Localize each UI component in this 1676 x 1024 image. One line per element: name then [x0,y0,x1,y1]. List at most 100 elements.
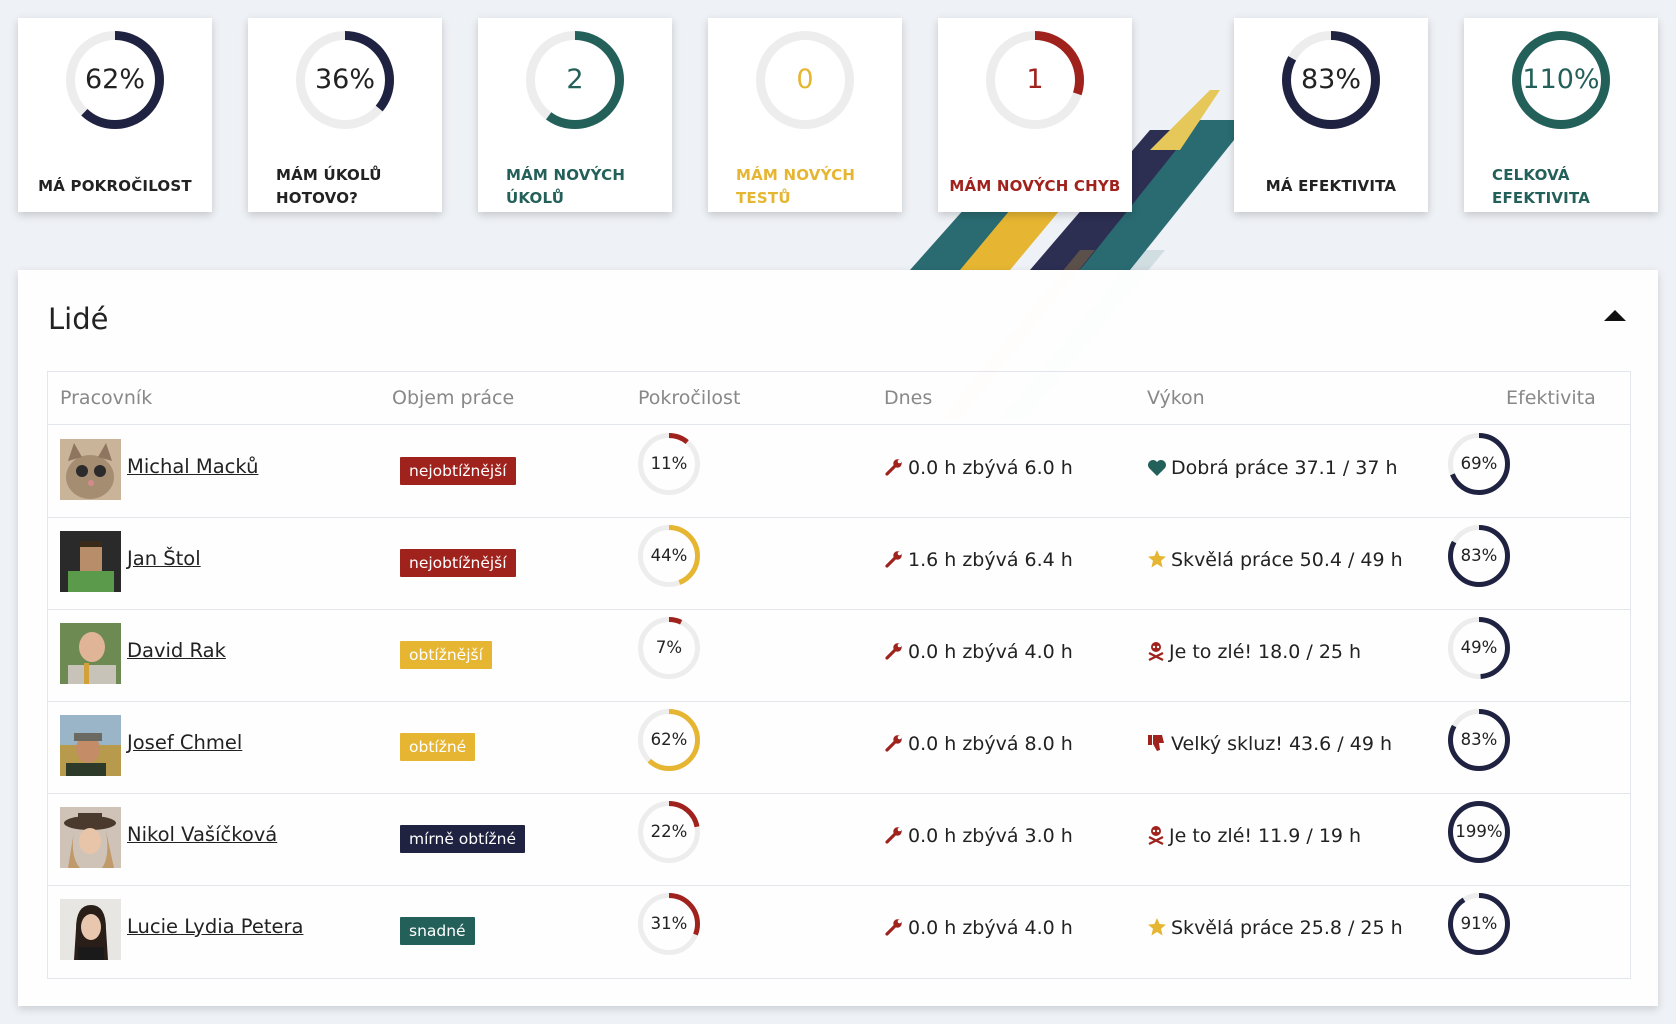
people-panel: Lidé Pracovník Objem práce Pokročilost D… [18,270,1658,1006]
col-header-efficiency[interactable]: Efektivita [1506,372,1596,424]
progress-ring: 1 [986,31,1084,129]
today-text: 0.0 h zbývá 8.0 h [908,733,1073,755]
card-progress: 62% MÁ POKROČILOST [18,18,212,212]
performance-text: Dobrá práce 37.1 / 37 h [1171,457,1398,479]
avatar[interactable] [60,531,121,592]
worker-name-link[interactable]: David Rak [127,639,226,662]
table-row: Jan Štol nejobtížnější 44% 1.6 h zbývá 6.4 … [48,517,1630,609]
table-row: David Rak obtížnější 7% 0.0 h zbývá 4.0 h Je… [48,609,1630,701]
worker-name-link[interactable]: Nikol Vašíčková [127,823,277,846]
card-tasks-done: 36% MÁM ÚKOLŮ HOTOVO? [248,18,442,212]
today-text: 0.0 h zbývá 4.0 h [908,641,1073,663]
efficiency-ring: 199% [1448,801,1510,863]
card-label: MÁM NOVÝCH TESTŮ [736,166,856,207]
progress-ring: 22% [638,801,700,863]
today-text: 1.6 h zbývá 6.4 h [908,549,1073,571]
efficiency-value: 91% [1460,914,1498,933]
efficiency-value: 199% [1455,822,1503,841]
worker-name-link[interactable]: Josef Chmel [127,731,242,754]
today-hours: 0.0 h zbývá 8.0 h [884,733,1073,758]
stats-cards: 62% MÁ POKROČILOST 36% MÁM ÚKOLŮ HOTOVO?… [0,0,1676,230]
efficiency-ring: 83% [1448,709,1510,771]
card-label: MÁ EFEKTIVITA [1265,177,1397,195]
efficiency-value: 83% [1460,730,1498,749]
card-label: CELKOVÁ EFEKTIVITA [1492,166,1591,207]
avatar[interactable] [60,715,121,776]
progress-ring: 83% [1282,31,1380,129]
today-text: 0.0 h zbývá 3.0 h [908,825,1073,847]
worker-name-link[interactable]: Lucie Lydia Petera [127,915,303,938]
performance: Skvělá práce 25.8 / 25 h [1147,917,1403,942]
efficiency-value: 83% [1460,546,1498,565]
progress-value: 22% [650,822,688,841]
avatar[interactable] [60,439,121,500]
progress-value: 44% [650,546,688,565]
card-label: MÁM NOVÝCH CHYB [949,177,1121,195]
progress-value: 11% [650,454,688,473]
progress-ring: 2 [526,31,624,129]
performance-text: Skvělá práce 25.8 / 25 h [1171,917,1403,939]
progress-ring: 44% [638,525,700,587]
today-hours: 0.0 h zbývá 4.0 h [884,641,1073,666]
efficiency-ring: 91% [1448,893,1510,955]
today-text: 0.0 h zbývá 4.0 h [908,917,1073,939]
worker-name-link[interactable]: Jan Štol [127,547,201,570]
wrench-icon [884,549,904,574]
efficiency-value: 69% [1460,454,1498,473]
performance-text: Je to zlé! 11.9 / 19 h [1169,825,1362,847]
col-header-today[interactable]: Dnes [884,372,932,424]
card-label: MÁM NOVÝCH ÚKOLŮ [506,166,626,207]
workload-badge: obtížnější [400,641,492,669]
workload-badge: nejobtížnější [400,457,516,485]
progress-ring: 62% [638,709,700,771]
progress-ring: 110% [1512,31,1610,129]
progress-ring: 7% [638,617,700,679]
star-icon [1147,549,1167,574]
heart-icon [1147,459,1167,482]
avatar[interactable] [60,899,121,960]
efficiency-ring: 83% [1448,525,1510,587]
progress-value: 7% [655,638,683,657]
table-row: Lucie Lydia Petera snadné 31% 0.0 h zbývá 4… [48,885,1630,977]
today-text: 0.0 h zbývá 6.0 h [908,457,1073,479]
progress-ring: 0 [756,31,854,129]
workload-badge: mírně obtížné [400,825,525,853]
today-hours: 0.0 h zbývá 6.0 h [884,457,1073,482]
performance: Velký skluz! 43.6 / 49 h [1147,733,1392,758]
efficiency-ring: 49% [1448,617,1510,679]
performance-text: Velký skluz! 43.6 / 49 h [1171,733,1392,755]
workload-badge: nejobtížnější [400,549,516,577]
wrench-icon [884,917,904,942]
efficiency-value: 49% [1460,638,1498,657]
progress-value: 31% [650,914,688,933]
performance: Skvělá práce 50.4 / 49 h [1147,549,1403,574]
wrench-icon [884,457,904,482]
progress-ring: 36% [296,31,394,129]
col-header-performance[interactable]: Výkon [1147,372,1205,424]
today-hours: 0.0 h zbývá 4.0 h [884,917,1073,942]
performance: Je to zlé! 11.9 / 19 h [1147,825,1361,850]
efficiency-ring: 69% [1448,433,1510,495]
performance: Je to zlé! 18.0 / 25 h [1147,641,1361,666]
card-new-tests: 0 MÁM NOVÝCH TESTŮ [708,18,902,212]
card-label: MÁM ÚKOLŮ HOTOVO? [276,166,382,207]
progress-ring: 62% [66,31,164,129]
card-new-tasks: 2 MÁM NOVÝCH ÚKOLŮ [478,18,672,212]
avatar[interactable] [60,807,121,868]
today-hours: 1.6 h zbývá 6.4 h [884,549,1073,574]
workload-badge: snadné [400,917,475,945]
collapse-toggle-icon[interactable] [1604,310,1626,321]
table-row: Nikol Vašíčková mírně obtížné 22% 0.0 h zbý… [48,793,1630,885]
col-header-progress[interactable]: Pokročilost [638,372,740,424]
today-hours: 0.0 h zbývá 3.0 h [884,825,1073,850]
card-new-bugs: 1 MÁM NOVÝCH CHYB [938,18,1132,212]
col-header-worker[interactable]: Pracovník [60,372,152,424]
panel-title: Lidé [48,302,109,336]
col-header-workload[interactable]: Objem práce [392,372,514,424]
table-row: Michal Macků nejobtížnější 11% 0.0 h zbývá … [48,425,1630,517]
worker-name-link[interactable]: Michal Macků [127,455,258,478]
performance-text: Je to zlé! 18.0 / 25 h [1169,641,1362,663]
progress-value: 62% [650,730,688,749]
people-table: Pracovník Objem práce Pokročilost Dnes V… [47,371,1631,979]
avatar[interactable] [60,623,121,684]
